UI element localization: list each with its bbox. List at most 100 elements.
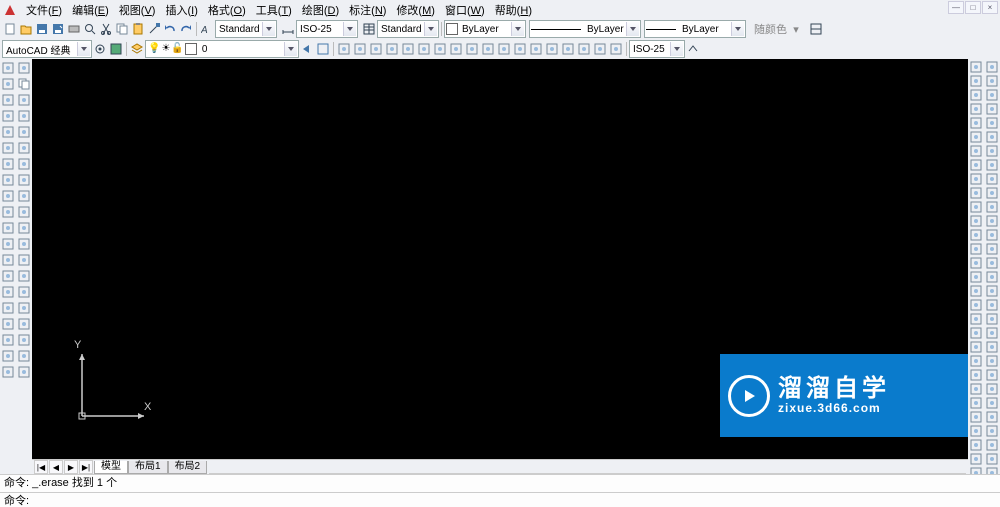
new-icon[interactable] xyxy=(3,22,17,36)
dim2-g-icon[interactable] xyxy=(985,453,999,465)
dim-update-icon[interactable] xyxy=(985,327,999,339)
join-icon[interactable] xyxy=(17,269,31,283)
menu-item-4[interactable]: 格式(O) xyxy=(204,1,250,19)
mirror-icon[interactable] xyxy=(17,93,31,107)
dim-style-combo[interactable]: ISO-25 xyxy=(296,20,358,38)
dim-space-icon[interactable] xyxy=(985,215,999,227)
leader-icon[interactable] xyxy=(545,42,559,56)
circle-icon[interactable] xyxy=(1,157,15,171)
tol-icon[interactable] xyxy=(513,42,527,56)
dim-insp-icon[interactable] xyxy=(985,271,999,283)
temp2-icon[interactable] xyxy=(969,383,983,395)
copy-icon[interactable] xyxy=(115,22,129,36)
menu-item-5[interactable]: 工具(T) xyxy=(252,1,296,19)
jogged-icon[interactable] xyxy=(433,42,447,56)
save-as-icon[interactable] xyxy=(51,22,65,36)
dim2-b-icon[interactable] xyxy=(985,383,999,395)
dim-quick-icon[interactable] xyxy=(985,173,999,185)
dim-combo[interactable]: ISO-25 xyxy=(629,40,685,58)
menu-item-1[interactable]: 编辑(E) xyxy=(68,1,113,19)
dim-lin-icon[interactable] xyxy=(985,61,999,73)
dim-jog-icon[interactable] xyxy=(985,131,999,143)
menu-item-2[interactable]: 视图(V) xyxy=(115,1,160,19)
cut-icon[interactable] xyxy=(99,22,113,36)
quadrant-icon[interactable] xyxy=(969,243,983,255)
layer-mgr-icon[interactable] xyxy=(130,42,144,56)
center-icon[interactable] xyxy=(969,229,983,241)
center-icon[interactable] xyxy=(529,42,543,56)
dim-style-icon[interactable] xyxy=(985,341,999,353)
erase-icon[interactable] xyxy=(17,61,31,75)
break-pt-icon[interactable] xyxy=(17,237,31,251)
dim-break-icon[interactable] xyxy=(985,229,999,241)
open-icon[interactable] xyxy=(19,22,33,36)
rectangle-icon[interactable] xyxy=(1,125,15,139)
tab-nav-3[interactable]: ▶| xyxy=(79,460,93,474)
dim-update-icon[interactable] xyxy=(686,42,700,56)
workspace-settings-icon[interactable] xyxy=(93,42,107,56)
dim-center-icon[interactable] xyxy=(985,257,999,269)
polygon-icon[interactable] xyxy=(1,109,15,123)
redo-icon[interactable] xyxy=(179,22,193,36)
dist-icon[interactable] xyxy=(969,61,983,73)
tab-layout-1[interactable]: 布局1 xyxy=(128,461,168,474)
dim-dia-icon[interactable] xyxy=(985,145,999,157)
editpl-icon[interactable] xyxy=(17,333,31,347)
angular-icon[interactable] xyxy=(353,42,367,56)
tab-nav-1[interactable]: ◀ xyxy=(49,460,63,474)
explode-icon[interactable] xyxy=(17,317,31,331)
drawing-area[interactable]: Y X 溜溜自学 zixue.3d66.com xyxy=(32,59,968,459)
dim2-a-icon[interactable] xyxy=(985,369,999,381)
gradient-icon[interactable] xyxy=(1,301,15,315)
textstyle-icon[interactable]: A xyxy=(200,22,214,36)
trim-icon[interactable] xyxy=(17,205,31,219)
dimstyle-icon[interactable] xyxy=(609,42,623,56)
menu-item-6[interactable]: 绘图(D) xyxy=(298,1,343,19)
dim-cont-icon[interactable] xyxy=(985,201,999,213)
stretch-icon[interactable] xyxy=(17,189,31,203)
nearest-icon[interactable] xyxy=(969,327,983,339)
dim-edit-icon[interactable] xyxy=(985,299,999,311)
pline-icon[interactable] xyxy=(1,93,15,107)
minimize-button[interactable]: — xyxy=(948,1,964,14)
osnap-icon[interactable] xyxy=(969,355,983,367)
edittxt-icon[interactable] xyxy=(17,365,31,379)
preview-icon[interactable] xyxy=(83,22,97,36)
paste-icon[interactable] xyxy=(131,22,145,36)
update-icon[interactable] xyxy=(593,42,607,56)
xline-icon[interactable] xyxy=(1,77,15,91)
linear-icon[interactable] xyxy=(337,42,351,56)
move-icon[interactable] xyxy=(17,141,31,155)
maximize-button[interactable]: □ xyxy=(965,1,981,14)
from-icon[interactable] xyxy=(969,145,983,157)
midpoint-icon[interactable] xyxy=(969,173,983,185)
fillet-icon[interactable] xyxy=(17,301,31,315)
continue-icon[interactable] xyxy=(497,42,511,56)
chamfer-icon[interactable] xyxy=(17,285,31,299)
none-icon[interactable] xyxy=(969,341,983,353)
dim2-d-icon[interactable] xyxy=(985,411,999,423)
menu-item-7[interactable]: 标注(N) xyxy=(345,1,390,19)
workspace-save-icon[interactable] xyxy=(109,42,123,56)
spline-icon[interactable] xyxy=(1,189,15,203)
layer-prev-icon[interactable] xyxy=(300,42,314,56)
lineweight-combo[interactable]: ByLayer xyxy=(644,20,746,38)
temp6-icon[interactable] xyxy=(969,439,983,451)
close-button[interactable]: × xyxy=(982,1,998,14)
temp1-icon[interactable] xyxy=(969,369,983,381)
line-icon[interactable] xyxy=(1,61,15,75)
hatch-icon[interactable] xyxy=(1,285,15,299)
block-icon[interactable] xyxy=(1,253,15,267)
ext-icon[interactable] xyxy=(969,215,983,227)
tracking-icon[interactable] xyxy=(969,131,983,143)
text-style-combo[interactable]: Standard xyxy=(215,20,277,38)
baseline-icon[interactable] xyxy=(481,42,495,56)
menu-item-3[interactable]: 插入(I) xyxy=(161,1,201,19)
tab-nav-2[interactable]: ▶ xyxy=(64,460,78,474)
text-icon[interactable] xyxy=(561,42,575,56)
menu-item-10[interactable]: 帮助(H) xyxy=(491,1,536,19)
dim-tedit-icon[interactable] xyxy=(985,313,999,325)
dim-base-icon[interactable] xyxy=(985,187,999,199)
plot-icon[interactable] xyxy=(67,22,81,36)
endpoint-icon[interactable] xyxy=(969,159,983,171)
